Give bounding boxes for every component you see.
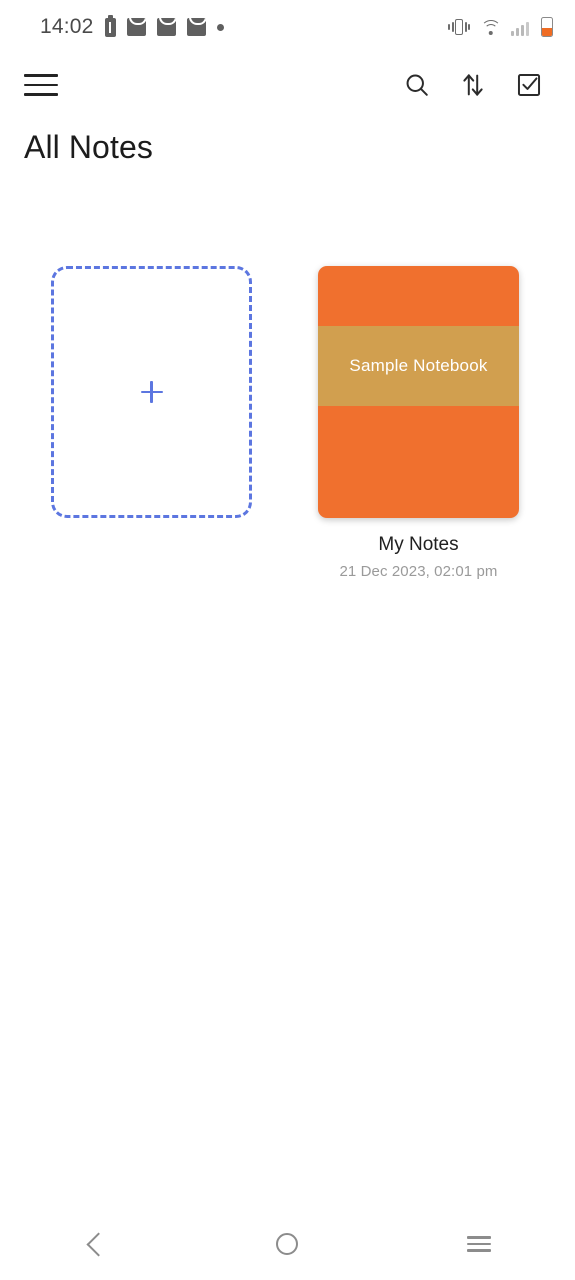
status-bar-left: 14:02	[40, 14, 224, 39]
notification-dot-icon	[216, 23, 224, 31]
system-navigation-bar	[0, 1208, 575, 1280]
status-bar-right	[448, 17, 553, 37]
add-notebook-button[interactable]	[51, 266, 252, 518]
checkbox-select-icon	[517, 73, 541, 97]
notebook-date: 21 Dec 2023, 02:01 pm	[339, 563, 498, 580]
notebook-title: My Notes	[378, 534, 459, 555]
nav-back-button[interactable]	[51, 1216, 141, 1272]
select-all-button[interactable]	[501, 57, 557, 113]
battery-icon	[541, 17, 553, 37]
vibrate-icon	[448, 18, 470, 36]
status-bar-clock: 14:02	[40, 15, 94, 38]
sort-button[interactable]	[445, 57, 501, 113]
plus-icon	[140, 381, 163, 403]
mail-icon	[156, 18, 176, 36]
nav-recents-button[interactable]	[434, 1216, 524, 1272]
notebook-grid: Sample Notebook My Notes 21 Dec 2023, 02…	[0, 266, 575, 580]
search-icon	[406, 74, 428, 96]
status-bar: 14:02	[0, 0, 575, 54]
recents-icon	[467, 1236, 492, 1252]
back-icon	[86, 1231, 111, 1257]
notebook-cell: Sample Notebook My Notes 21 Dec 2023, 02…	[318, 266, 519, 580]
search-button[interactable]	[389, 57, 445, 113]
sort-arrows-icon	[463, 74, 483, 96]
notebook-cover-label: Sample Notebook	[349, 356, 488, 375]
notebook-cover[interactable]: Sample Notebook	[318, 266, 519, 518]
mail-icon	[126, 18, 146, 36]
hamburger-menu-icon[interactable]	[24, 74, 58, 96]
wifi-icon	[480, 19, 501, 36]
mail-icon	[186, 18, 206, 36]
notebook-cover-band: Sample Notebook	[318, 326, 519, 406]
app-toolbar	[0, 54, 575, 116]
home-icon	[276, 1233, 299, 1255]
battery-alert-icon	[104, 14, 116, 37]
nav-home-button[interactable]	[242, 1216, 332, 1272]
page-title: All Notes	[24, 129, 153, 165]
add-notebook-cell	[51, 266, 252, 580]
cellular-signal-icon	[511, 19, 531, 36]
app-screen: 14:02 All Notes Sample Notebook My Notes…	[0, 0, 575, 1280]
toolbar-actions	[389, 57, 557, 113]
